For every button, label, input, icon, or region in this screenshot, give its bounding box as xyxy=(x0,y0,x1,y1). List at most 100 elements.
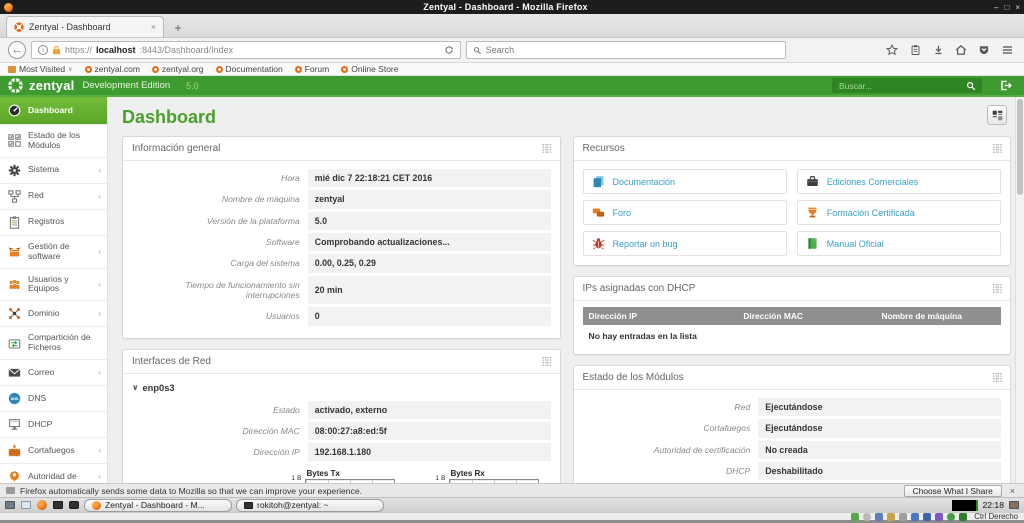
drag-handle-icon[interactable]: ⣿⣿ xyxy=(992,143,1001,154)
window-titlebar[interactable]: Zentyal - Dashboard - Mozilla Firefox – … xyxy=(0,0,1024,14)
terminal-preview-thumbnail[interactable] xyxy=(952,500,978,511)
dns-icon: DNS xyxy=(7,392,22,405)
bookmark-online-store[interactable]: Online Store xyxy=(341,64,398,74)
show-desktop-icon[interactable] xyxy=(4,500,16,510)
url-bar[interactable]: i https://localhost:8443/Dashboard/Index xyxy=(31,41,461,59)
zentyal-search-input[interactable] xyxy=(832,78,960,93)
taskbar-window-terminal[interactable]: rokitoh@zentyal: ~ xyxy=(236,499,384,512)
link-report-bug[interactable]: Reportar un bug xyxy=(583,231,787,256)
chevron-icon: ‹ xyxy=(98,309,103,318)
new-tab-button[interactable]: + xyxy=(166,19,190,37)
taskbar-window-firefox[interactable]: Zentyal - Dashboard - M... xyxy=(84,499,232,512)
browser-search-input[interactable] xyxy=(486,45,779,55)
sidebar-item-software[interactable]: Gestión de software ‹ xyxy=(0,235,107,268)
bookmark-zentyal-com[interactable]: zentyal.com xyxy=(85,64,140,74)
gear-icon xyxy=(7,164,22,177)
drag-handle-icon[interactable]: ⣿⣿ xyxy=(992,283,1001,294)
page-scrollbar[interactable] xyxy=(1015,97,1024,483)
hdd-icon[interactable] xyxy=(851,513,859,521)
back-icon[interactable]: ← xyxy=(8,41,26,59)
zentyal-favicon xyxy=(152,66,159,73)
scrollbar-thumb[interactable] xyxy=(1017,99,1023,195)
pocket-icon[interactable] xyxy=(977,43,991,57)
menu-icon[interactable] xyxy=(1000,43,1014,57)
browser-search-box[interactable] xyxy=(466,41,786,59)
usb-icon[interactable] xyxy=(899,513,907,521)
drag-handle-icon[interactable]: ⣿⣿ xyxy=(992,372,1001,383)
tab-close-icon[interactable]: × xyxy=(151,22,156,32)
link-documentation[interactable]: Documentación xyxy=(583,169,787,194)
widget-title: Interfaces de Red xyxy=(132,356,211,367)
sidebar-item-network[interactable]: Red ‹ xyxy=(0,183,107,209)
tab-zentyal-dashboard[interactable]: Zentyal - Dashboard × xyxy=(6,16,164,37)
logout-icon[interactable] xyxy=(996,78,1016,94)
home-icon[interactable] xyxy=(954,43,968,57)
sidebar-item-users[interactable]: Usuarios y Equipos ‹ xyxy=(0,268,107,301)
sidebar-item-dashboard[interactable]: Dashboard xyxy=(0,97,107,124)
configure-widgets-button[interactable] xyxy=(987,105,1007,125)
sidebar-item-domain[interactable]: Dominio ‹ xyxy=(0,300,107,326)
display-applet-icon[interactable] xyxy=(1008,500,1020,510)
zentyal-favicon xyxy=(14,22,24,32)
bookmark-zentyal-org[interactable]: zentyal.org xyxy=(152,64,204,74)
shared-folders-icon[interactable] xyxy=(911,513,919,521)
page-info-icon[interactable]: i xyxy=(38,45,48,55)
dashboard-main: Dashboard Información general ⣿⣿ Ho xyxy=(108,97,1015,483)
collapse-caret-icon: ∨ xyxy=(132,383,139,392)
info-row: Dirección IP192.168.1.180 xyxy=(132,443,551,461)
clock[interactable]: 22:18 xyxy=(982,500,1004,510)
minimize-button[interactable]: – xyxy=(994,3,998,12)
sidebar-item-mail[interactable]: Correo ‹ xyxy=(0,359,107,385)
sidebar-item-firewall[interactable]: Cortafuegos ‹ xyxy=(0,437,107,463)
link-certified-training[interactable]: Formación Certificada xyxy=(797,200,1001,225)
network-icon[interactable] xyxy=(887,513,895,521)
sidebar-item-certification-authority[interactable]: Autoridad de ‹ xyxy=(0,463,107,483)
minimized-window-icon[interactable] xyxy=(68,500,80,510)
bookmark-star-icon[interactable] xyxy=(885,43,899,57)
widgets-grid-icon xyxy=(992,110,1003,121)
drag-handle-icon[interactable]: ⣿⣿ xyxy=(541,356,550,367)
bug-icon xyxy=(592,237,605,250)
terminal-launcher-icon[interactable] xyxy=(52,500,64,510)
column-header: Dirección IP xyxy=(583,307,738,325)
bookmark-forum[interactable]: Forum xyxy=(295,64,330,74)
zentyal-search-button[interactable] xyxy=(960,78,982,93)
zentyal-header: zentyal Development Edition 5.0 xyxy=(0,76,1024,97)
mouse-integration-icon[interactable] xyxy=(959,513,967,521)
drag-handle-icon[interactable]: ⣿⣿ xyxy=(541,143,550,154)
bookmark-most-visited[interactable]: Most Visited∨ xyxy=(8,64,73,74)
sidebar-item-module-status[interactable]: Estado de los Módulos xyxy=(0,124,107,157)
sidebar-item-logs[interactable]: Registros xyxy=(0,209,107,235)
firefox-launcher-icon[interactable] xyxy=(36,500,48,510)
sidebar-item-dns[interactable]: DNS DNS xyxy=(0,385,107,411)
info-row: Nombre de máquinazentyal xyxy=(132,190,551,208)
recording-icon[interactable] xyxy=(935,513,943,521)
widget-title: IPs asignadas con DHCP xyxy=(583,283,696,294)
notification-close-icon[interactable]: × xyxy=(1007,486,1018,496)
audio-icon[interactable] xyxy=(875,513,883,521)
chevron-icon: ‹ xyxy=(98,192,103,201)
sidebar-item-file-sharing[interactable]: Compartición de Ficheros xyxy=(0,326,107,359)
url-host: localhost xyxy=(96,45,136,55)
link-official-manual[interactable]: Manual Oficial xyxy=(797,231,1001,256)
link-commercial-editions[interactable]: Ediciones Comerciales xyxy=(797,169,1001,194)
bookmarks-menu-icon[interactable] xyxy=(908,43,922,57)
empty-row: No hay entradas en la lista xyxy=(583,325,1002,345)
cd-icon[interactable] xyxy=(863,513,871,521)
close-button[interactable]: × xyxy=(1015,3,1020,12)
downloads-icon[interactable] xyxy=(931,43,945,57)
bookmark-documentation[interactable]: Documentation xyxy=(216,64,283,74)
choose-what-i-share-button[interactable]: Choose What I Share xyxy=(904,485,1002,497)
version-label: 5.0 xyxy=(186,81,199,91)
lock-icon xyxy=(52,45,61,55)
sidebar-item-dhcp[interactable]: DHCP xyxy=(0,411,107,437)
interface-toggle[interactable]: ∨ enp0s3 xyxy=(132,383,551,393)
sidebar-item-system[interactable]: Sistema ‹ xyxy=(0,157,107,183)
features-icon[interactable] xyxy=(947,513,955,521)
firewall-icon xyxy=(7,444,22,457)
reload-icon[interactable] xyxy=(444,45,454,55)
display-icon[interactable] xyxy=(923,513,931,521)
windows-list-icon[interactable] xyxy=(20,500,32,510)
maximize-button[interactable]: □ xyxy=(1004,3,1009,12)
link-forum[interactable]: Foro xyxy=(583,200,787,225)
